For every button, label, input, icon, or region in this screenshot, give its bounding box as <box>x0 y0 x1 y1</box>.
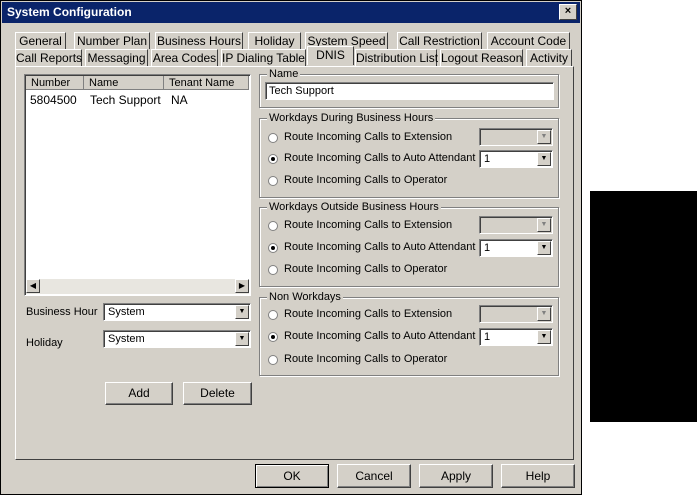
column-header-number[interactable]: Number <box>26 76 84 90</box>
woh-extension-label: Route Incoming Calls to Extension <box>284 219 453 231</box>
woh-auto-attendant-select[interactable]: 1 ▼ <box>479 239 553 257</box>
chevron-down-icon: ▼ <box>235 305 249 319</box>
nw-extension-label: Route Incoming Calls to Extension <box>284 308 453 320</box>
wbh-operator-radio[interactable] <box>268 176 278 186</box>
wbh-auto-attendant-label: Route Incoming Calls to Auto Attendant <box>284 152 476 164</box>
nw-auto-attendant-label: Route Incoming Calls to Auto Attendant <box>284 330 476 342</box>
column-header-name[interactable]: Name <box>84 76 164 90</box>
wbh-auto-attendant-select[interactable]: 1 ▼ <box>479 150 553 168</box>
woh-operator-label: Route Incoming Calls to Operator <box>284 263 448 275</box>
woh-auto-attendant-radio[interactable] <box>268 243 278 253</box>
tab-number-plan[interactable]: Number Plan <box>74 32 150 49</box>
add-button[interactable]: Add <box>105 382 173 405</box>
tab-holiday[interactable]: Holiday <box>248 32 301 49</box>
wbh-extension-label: Route Incoming Calls to Extension <box>284 131 453 143</box>
tab-account-code[interactable]: Account Code <box>487 32 570 49</box>
chevron-down-icon: ▼ <box>537 330 551 344</box>
scroll-left-button[interactable]: ◀ <box>26 279 40 293</box>
cell-tenant: NA <box>171 93 188 107</box>
nw-auto-attendant-radio[interactable] <box>268 332 278 342</box>
chevron-down-icon: ▼ <box>537 152 551 166</box>
wbh-extension-select[interactable]: ▼ <box>479 128 553 146</box>
nw-auto-attendant-select[interactable]: 1 ▼ <box>479 328 553 346</box>
tab-dnis[interactable]: DNIS <box>307 46 354 65</box>
tab-call-restriction[interactable]: Call Restriction <box>397 32 482 49</box>
tab-general[interactable]: General <box>15 32 66 49</box>
tab-ip-dialing-table[interactable]: IP Dialing Table <box>221 49 306 66</box>
woh-operator-radio[interactable] <box>268 265 278 275</box>
business-hour-label: Business Hour <box>26 306 98 318</box>
holiday-label: Holiday <box>26 337 63 349</box>
woh-extension-select[interactable]: ▼ <box>479 216 553 234</box>
window-title: System Configuration <box>7 5 132 19</box>
workdays-business-hours-label: Workdays During Business Hours <box>267 112 436 124</box>
tab-activity[interactable]: Activity <box>526 49 572 66</box>
apply-button[interactable]: Apply <box>419 464 493 488</box>
scroll-right-button[interactable]: ▶ <box>235 279 249 293</box>
nw-extension-radio[interactable] <box>268 310 278 320</box>
tab-call-reports[interactable]: Call Reports <box>15 49 82 66</box>
tab-area-codes[interactable]: Area Codes <box>151 49 218 66</box>
business-hour-select[interactable]: System ▼ <box>103 303 251 321</box>
non-workdays-label: Non Workdays <box>267 291 343 303</box>
wbh-operator-label: Route Incoming Calls to Operator <box>284 174 448 186</box>
delete-button[interactable]: Delete <box>183 382 252 405</box>
tab-distribution-list[interactable]: Distribution List <box>355 49 438 66</box>
tab-messaging[interactable]: Messaging <box>85 49 148 66</box>
cell-number: 5804500 <box>30 93 77 107</box>
help-button[interactable]: Help <box>501 464 575 488</box>
woh-extension-radio[interactable] <box>268 221 278 231</box>
system-configuration-window: System Configuration × General Number Pl… <box>0 0 582 495</box>
horizontal-scrollbar[interactable]: ◀ ▶ <box>26 279 249 294</box>
chevron-down-icon: ▼ <box>537 218 551 232</box>
chevron-down-icon: ▼ <box>537 241 551 255</box>
workdays-outside-hours-label: Workdays Outside Business Hours <box>267 201 441 213</box>
nw-operator-radio[interactable] <box>268 355 278 365</box>
close-icon: × <box>564 5 572 17</box>
black-panel <box>590 191 697 422</box>
ok-button[interactable]: OK <box>255 464 329 488</box>
chevron-down-icon: ▼ <box>235 332 249 346</box>
name-group-label: Name <box>267 68 301 80</box>
cancel-button[interactable]: Cancel <box>337 464 411 488</box>
tab-logout-reason[interactable]: Logout Reason <box>440 49 523 66</box>
cell-name: Tech Support <box>90 93 161 107</box>
wbh-extension-radio[interactable] <box>268 133 278 143</box>
tab-business-hours[interactable]: Business Hours <box>155 32 243 49</box>
nw-operator-label: Route Incoming Calls to Operator <box>284 353 448 365</box>
name-input[interactable]: Tech Support <box>265 82 554 100</box>
chevron-down-icon: ▼ <box>537 130 551 144</box>
close-button[interactable]: × <box>559 4 577 20</box>
holiday-select[interactable]: System ▼ <box>103 330 251 348</box>
wbh-auto-attendant-radio[interactable] <box>268 154 278 164</box>
table-row[interactable]: 5804500 Tech Support NA <box>26 93 248 107</box>
nw-extension-select[interactable]: ▼ <box>479 305 553 323</box>
title-bar: System Configuration × <box>2 2 580 23</box>
chevron-down-icon: ▼ <box>537 307 551 321</box>
dnis-list[interactable]: Number Name Tenant Name 5804500 Tech Sup… <box>24 74 251 296</box>
woh-auto-attendant-label: Route Incoming Calls to Auto Attendant <box>284 241 476 253</box>
column-header-tenant-name[interactable]: Tenant Name <box>164 76 249 90</box>
